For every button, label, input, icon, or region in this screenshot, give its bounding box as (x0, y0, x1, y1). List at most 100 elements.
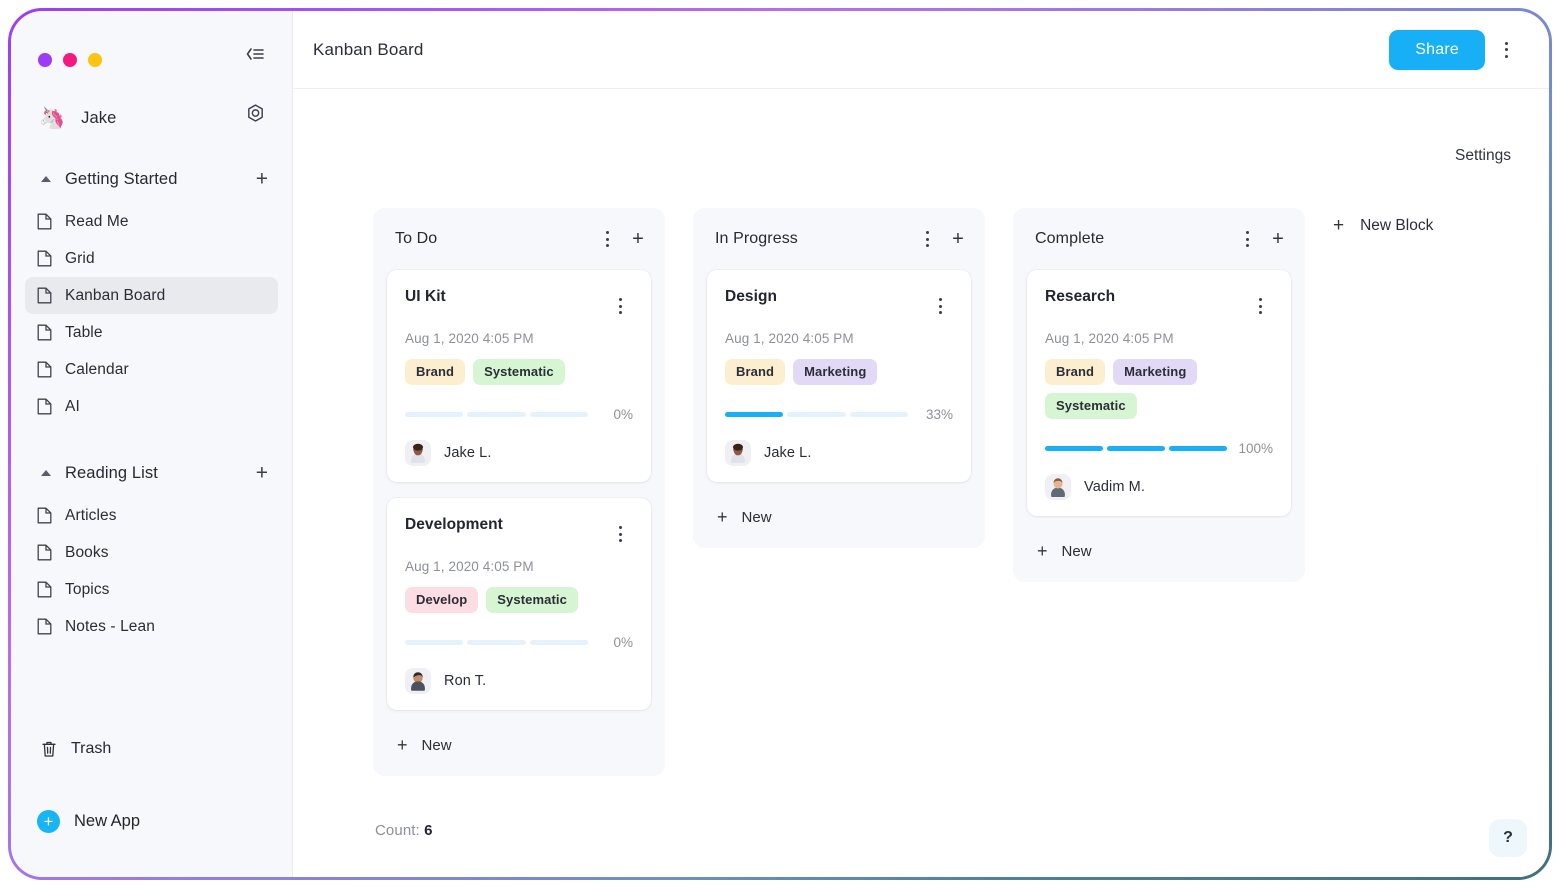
card-tags: Brand Systematic (405, 359, 633, 385)
card-tag[interactable]: Brand (1045, 359, 1106, 385)
progress-label: 0% (613, 635, 633, 650)
kebab-menu-icon[interactable] (1493, 33, 1519, 67)
sidebar-group-getting-started[interactable]: Getting Started + (11, 161, 292, 197)
new-app-button[interactable]: + New App (11, 799, 292, 843)
progress-segment (725, 412, 784, 417)
kanban-card[interactable]: Design Aug 1, 2020 4:05 PM Brand Marketi… (707, 270, 971, 482)
sidebar-group-label: Getting Started (65, 169, 178, 188)
progress-segment (467, 640, 526, 645)
sidebar-item-label: Read Me (65, 212, 129, 230)
column-menu-icon[interactable] (594, 222, 620, 256)
column-header: Complete + (1013, 208, 1305, 270)
card-menu-icon[interactable] (607, 517, 633, 551)
document-icon (37, 581, 52, 598)
sidebar-item-table[interactable]: Table (25, 314, 278, 351)
sidebar-item-notes-lean[interactable]: Notes - Lean (25, 608, 278, 645)
assignee-name: Jake L. (764, 445, 812, 461)
window-dot-purple[interactable] (38, 52, 52, 67)
progress-segment (1107, 446, 1166, 451)
progress-segment (405, 412, 464, 417)
card-menu-icon[interactable] (1247, 289, 1273, 323)
main-area: Kanban Board Share Settings To Do + UI K… (293, 11, 1549, 877)
plus-icon: + (1037, 541, 1048, 561)
sidebar-item-grid[interactable]: Grid (25, 240, 278, 277)
document-icon (37, 618, 52, 635)
sidebar-item-ai[interactable]: AI (25, 388, 278, 425)
sidebar-group-reading-list[interactable]: Reading List + (11, 455, 292, 491)
document-icon (37, 544, 52, 561)
column-new-card-button[interactable]: + New (373, 726, 665, 766)
document-icon (37, 507, 52, 524)
card-progress: 33% (725, 407, 953, 422)
card-tag[interactable]: Marketing (1113, 359, 1198, 385)
progress-segment (467, 412, 526, 417)
column-add-card-button[interactable]: + (627, 229, 649, 249)
plus-icon: + (1333, 215, 1345, 236)
column-add-card-button[interactable]: + (947, 229, 969, 249)
progress-segment (1169, 446, 1228, 451)
column-title: In Progress (715, 230, 798, 247)
window-dot-yellow[interactable] (88, 52, 102, 67)
kanban-column-complete: Complete + Research Aug 1, 2020 4:05 PM (1013, 208, 1305, 582)
assignee-name: Jake L. (444, 445, 492, 461)
card-progress: 100% (1045, 441, 1273, 456)
card-tag[interactable]: Develop (405, 587, 479, 613)
column-new-card-button[interactable]: + New (693, 498, 985, 538)
sidebar-item-kanban-board[interactable]: Kanban Board (25, 277, 278, 314)
sidebar-group-label: Reading List (65, 463, 158, 482)
card-date: Aug 1, 2020 4:05 PM (1045, 331, 1174, 346)
column-menu-icon[interactable] (1234, 222, 1260, 256)
progress-label: 100% (1238, 441, 1273, 456)
card-progress: 0% (405, 635, 633, 650)
sidebar-item-topics[interactable]: Topics (25, 571, 278, 608)
sidebar-item-read-me[interactable]: Read Me (25, 203, 278, 240)
card-tag[interactable]: Systematic (1045, 393, 1137, 419)
card-assignee: Ron T. (405, 668, 633, 694)
sidebar-item-calendar[interactable]: Calendar (25, 351, 278, 388)
kanban-card[interactable]: Research Aug 1, 2020 4:05 PM Brand Marke… (1027, 270, 1291, 516)
card-tag[interactable]: Brand (405, 359, 466, 385)
sidebar-item-books[interactable]: Books (25, 534, 278, 571)
sidebar-item-label: Kanban Board (65, 286, 166, 304)
sidebar-group-divider (11, 425, 292, 455)
column-header: In Progress + (693, 208, 985, 270)
card-title: Development (405, 516, 503, 533)
card-tag[interactable]: Marketing (793, 359, 878, 385)
count-label: Count: (375, 822, 420, 839)
sidebar-item-label: Notes - Lean (65, 617, 155, 635)
settings-link[interactable]: Settings (1455, 147, 1511, 165)
card-menu-icon[interactable] (927, 289, 953, 323)
help-button[interactable]: ? (1489, 819, 1527, 857)
share-button[interactable]: Share (1389, 29, 1485, 70)
sidebar-item-label: Topics (65, 580, 110, 598)
document-icon (37, 213, 52, 230)
column-add-card-button[interactable]: + (1267, 229, 1289, 249)
card-tag[interactable]: Systematic (473, 359, 565, 385)
new-block-button[interactable]: + New Block (1333, 208, 1433, 235)
sidebar-item-trash[interactable]: Trash (11, 729, 292, 769)
card-assignee: Jake L. (405, 440, 633, 466)
user-row[interactable]: 🦄 Jake (11, 77, 292, 139)
caret-up-icon (41, 470, 51, 476)
column-new-card-button[interactable]: + New (1013, 532, 1305, 572)
column-menu-icon[interactable] (914, 222, 940, 256)
card-count: Count: 6 (375, 822, 433, 839)
plus-circle-icon: + (37, 809, 60, 833)
sidebar-item-articles[interactable]: Articles (25, 497, 278, 534)
kanban-card[interactable]: Development Aug 1, 2020 4:05 PM Develop … (387, 498, 651, 710)
window-dot-pink[interactable] (63, 52, 77, 67)
add-page-button[interactable]: + (256, 169, 268, 190)
gear-icon[interactable] (242, 100, 268, 126)
topbar: Kanban Board Share (293, 11, 1549, 89)
document-icon (37, 324, 52, 341)
card-menu-icon[interactable] (607, 289, 633, 323)
avatar (405, 668, 431, 694)
card-date: Aug 1, 2020 4:05 PM (405, 559, 534, 574)
collapse-sidebar-icon[interactable] (242, 41, 268, 67)
new-app-label: New App (74, 811, 141, 830)
progress-bar (405, 412, 588, 417)
add-page-button[interactable]: + (256, 463, 268, 484)
card-tag[interactable]: Systematic (486, 587, 578, 613)
card-tag[interactable]: Brand (725, 359, 786, 385)
kanban-card[interactable]: UI Kit Aug 1, 2020 4:05 PM Brand Systema… (387, 270, 651, 482)
